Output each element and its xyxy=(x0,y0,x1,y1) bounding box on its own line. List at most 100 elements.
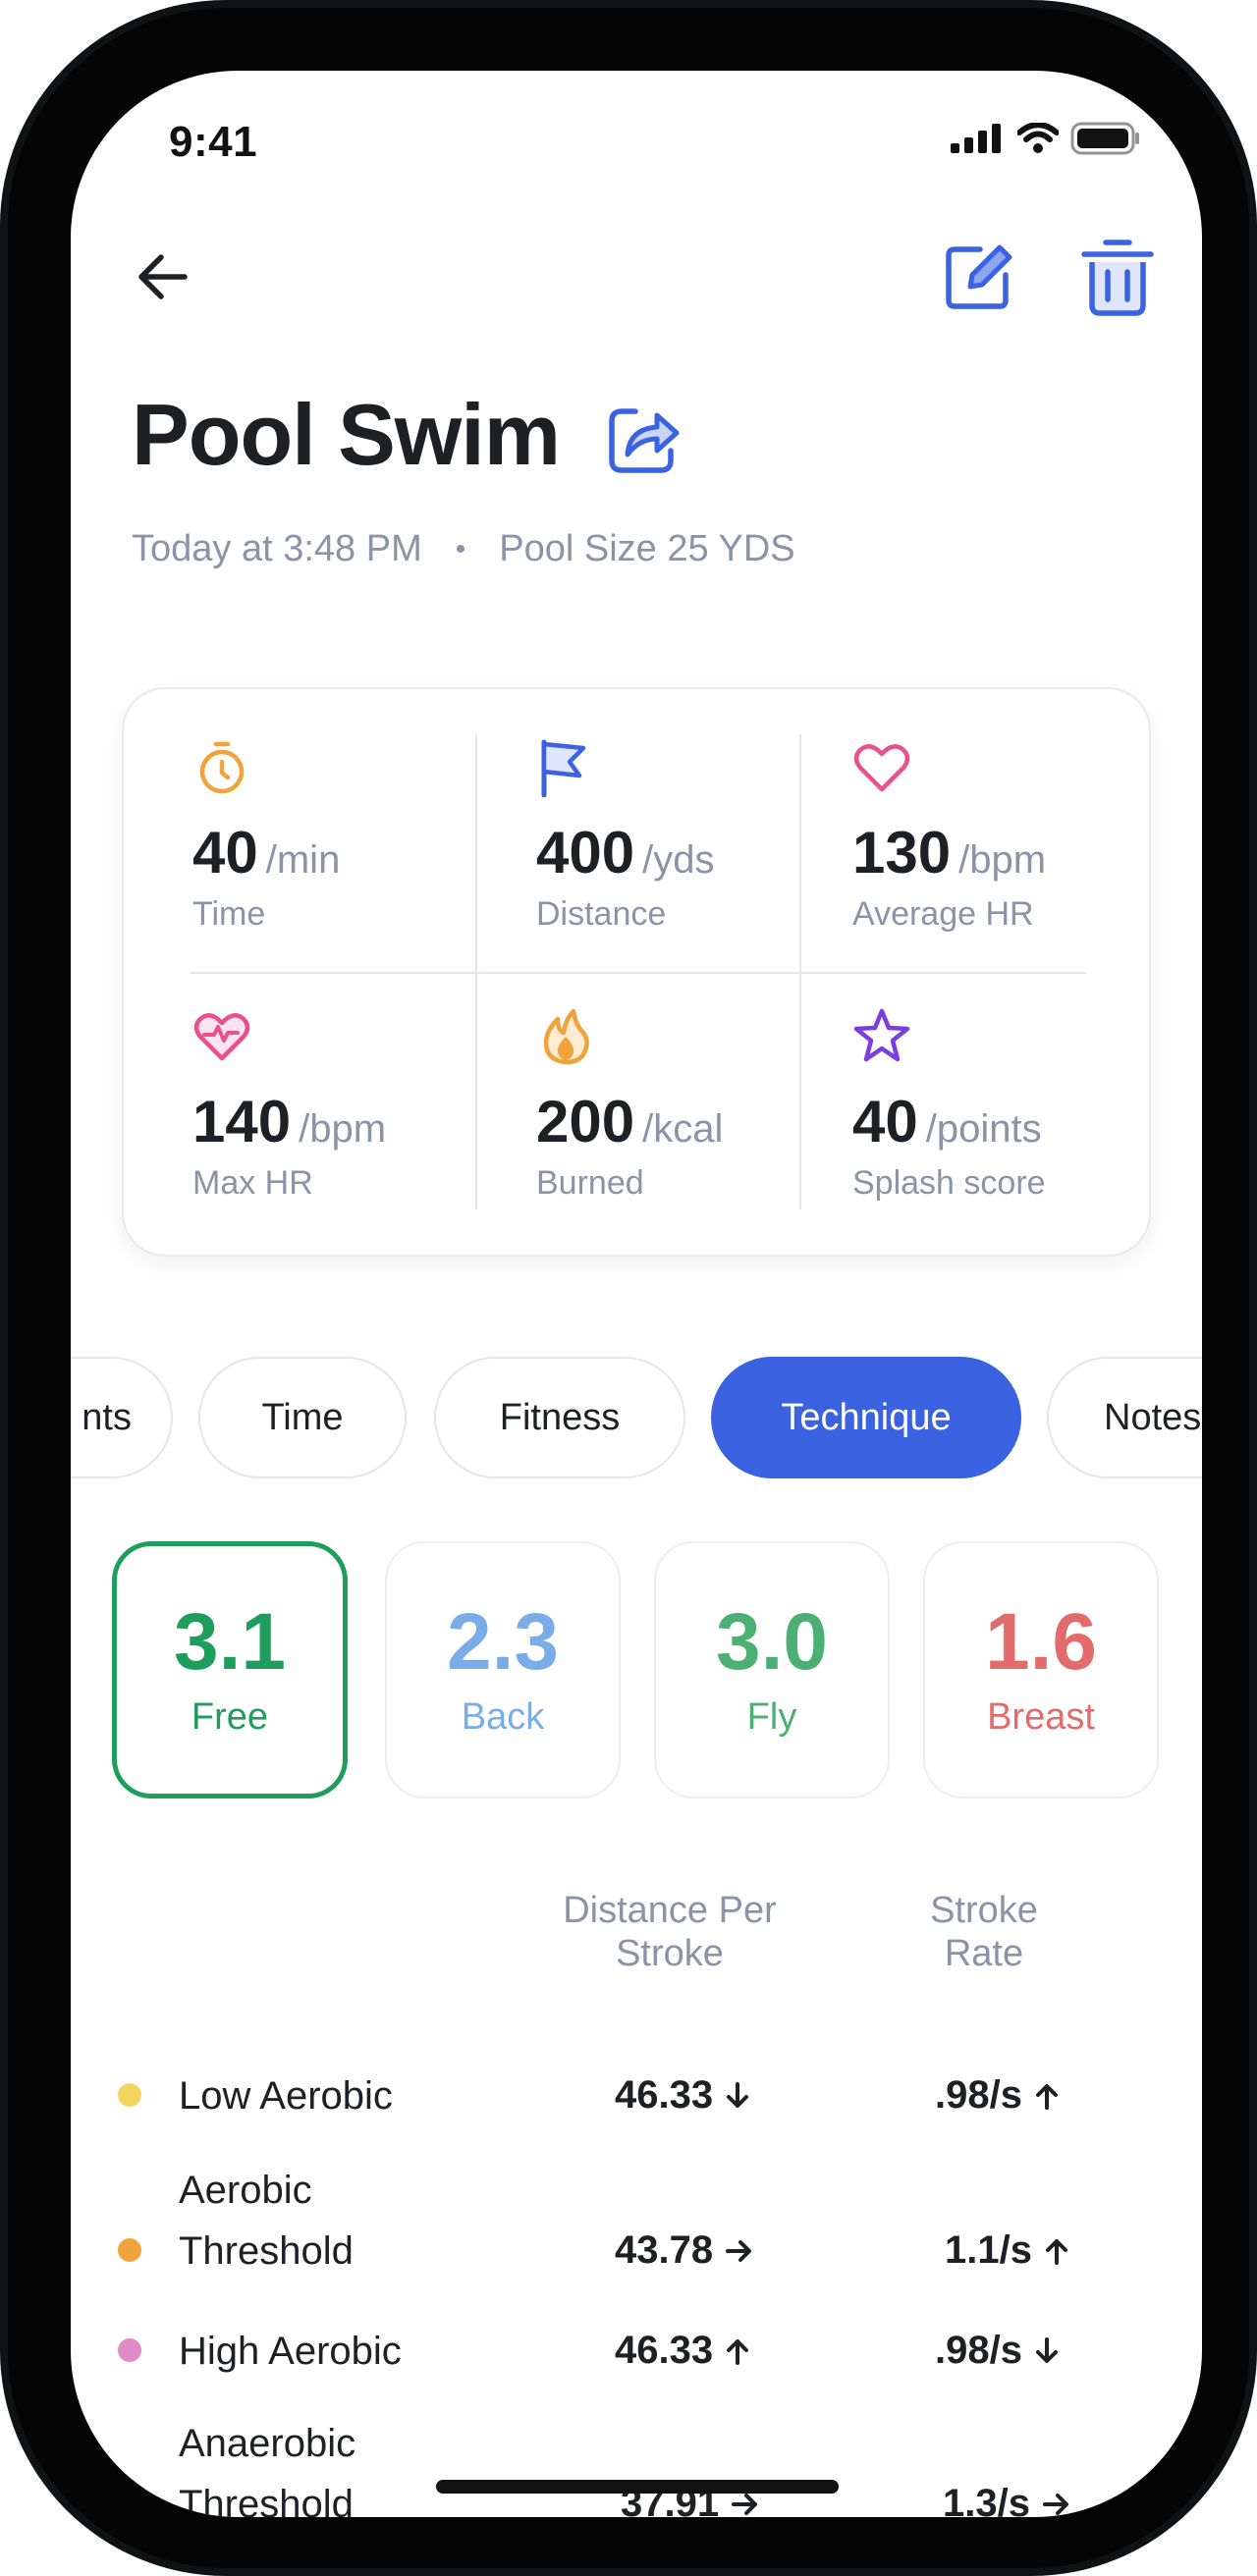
rate-value: .98/s xyxy=(935,2329,1022,2372)
stopwatch-icon xyxy=(199,741,245,794)
distance-per-stroke: 46.33 xyxy=(615,2329,750,2373)
zone-name: Anaerobic Threshold xyxy=(179,2422,356,2517)
zone-color-dot xyxy=(118,2238,141,2262)
stroke-label: Back xyxy=(461,1695,545,1738)
table-row: Aerobic Threshold 43.78 1.1/s xyxy=(71,2150,1202,2287)
tab-splits[interactable]: nts xyxy=(71,1357,173,1478)
status-time: 9:41 xyxy=(169,118,258,166)
home-indicator xyxy=(436,2480,839,2494)
wifi-icon xyxy=(1017,123,1059,153)
stat-max-hr: 140/bpm Max HR xyxy=(192,1007,487,1243)
phone-bezel: 9:41 Pool Swim Today at 3:48 PM • Pool S… xyxy=(8,8,1249,2568)
stat-label: Average HR xyxy=(852,895,1034,933)
stat-value: 400 xyxy=(536,820,635,886)
trash-icon xyxy=(1081,240,1154,316)
flag-icon xyxy=(541,739,586,797)
rate-value: 1.3/s xyxy=(943,2482,1030,2517)
column-header-stroke-rate: Stroke Rate xyxy=(930,1890,1038,1974)
stat-unit: /points xyxy=(925,1107,1042,1151)
zone-name: High Aerobic xyxy=(179,2330,402,2373)
tab-fitness[interactable]: Fitness xyxy=(434,1357,685,1478)
stat-unit: /yds xyxy=(642,838,715,882)
distance-per-stroke: 46.33 xyxy=(615,2073,750,2118)
distance-value: 43.78 xyxy=(615,2228,714,2272)
stat-label: Time xyxy=(192,895,266,933)
arrow-right-icon xyxy=(1042,2492,1071,2517)
table-row: Low Aerobic 46.33 .98/s xyxy=(71,2056,1202,2134)
distance-value: 46.33 xyxy=(615,2073,714,2117)
stat-unit: /bpm xyxy=(299,1107,387,1151)
stat-unit: /bpm xyxy=(958,838,1047,882)
tab-time[interactable]: Time xyxy=(198,1357,407,1478)
stroke-card-back[interactable]: 2.3 Back xyxy=(385,1541,621,1798)
stat-splash-score: 40/points Splash score xyxy=(852,1007,1147,1243)
zone-color-dot xyxy=(118,2492,141,2515)
edit-icon xyxy=(946,244,1012,309)
rate-value: 1.1/s xyxy=(945,2228,1032,2272)
heart-icon xyxy=(853,744,910,792)
arrow-down-icon xyxy=(725,2081,750,2111)
stroke-value: 3.0 xyxy=(716,1596,828,1687)
stroke-rate: 1.1/s xyxy=(945,2228,1069,2273)
stroke-card-breast[interactable]: 1.6 Breast xyxy=(923,1541,1159,1798)
stroke-card-fly[interactable]: 3.0 Fly xyxy=(654,1541,890,1798)
stat-value: 40 xyxy=(852,1089,918,1154)
stroke-rate: .98/s xyxy=(935,2073,1060,2118)
tab-label: Notes xyxy=(1104,1396,1202,1438)
distance-value: 46.33 xyxy=(615,2329,714,2372)
stroke-card-free[interactable]: 3.1 Free xyxy=(112,1541,348,1798)
stat-value: 140 xyxy=(192,1089,292,1154)
tab-technique[interactable]: Technique xyxy=(711,1357,1021,1478)
stats-card: 40/min Time 400/yds Distance 130/bpm Ave… xyxy=(122,687,1151,1257)
stat-unit: /kcal xyxy=(642,1107,724,1151)
status-icons xyxy=(951,122,1141,155)
arrow-up-icon xyxy=(1034,2081,1060,2111)
share-button[interactable] xyxy=(599,395,687,483)
page-title: Pool Swim xyxy=(132,386,561,483)
stroke-label: Breast xyxy=(987,1695,1095,1738)
arrow-left-icon xyxy=(138,254,188,299)
star-icon xyxy=(853,1008,910,1062)
heart-pulse-icon xyxy=(193,1013,250,1061)
stroke-rate: .98/s xyxy=(935,2329,1060,2373)
tab-notes[interactable]: Notes xyxy=(1047,1357,1202,1478)
stat-distance: 400/yds Distance xyxy=(536,738,831,974)
delete-button[interactable] xyxy=(1072,228,1163,326)
tab-bar: nts Time Fitness Technique Notes xyxy=(71,1357,1202,1478)
flame-icon xyxy=(543,1008,589,1065)
zone-color-dot xyxy=(118,2083,141,2107)
arrow-up-icon xyxy=(725,2336,750,2366)
distance-per-stroke: 43.78 xyxy=(615,2228,754,2273)
pool-size: Pool Size 25 YDS xyxy=(499,528,795,569)
stroke-label: Free xyxy=(191,1695,269,1738)
stat-average-hr: 130/bpm Average HR xyxy=(852,738,1147,974)
share-icon xyxy=(609,408,680,473)
tab-label: Time xyxy=(261,1396,344,1438)
table-row: Anaerobic Threshold 37.91 1.3/s xyxy=(71,2403,1202,2517)
stat-value: 200 xyxy=(536,1089,635,1154)
arrow-down-icon xyxy=(1034,2336,1060,2366)
zone-name: Aerobic Threshold xyxy=(179,2169,354,2273)
stat-label: Distance xyxy=(536,895,667,933)
back-button[interactable] xyxy=(124,238,202,316)
workout-time: Today at 3:48 PM xyxy=(132,528,422,569)
stat-label: Burned xyxy=(536,1164,644,1202)
zone-color-dot xyxy=(118,2338,141,2362)
workout-meta: Today at 3:48 PM • Pool Size 25 YDS xyxy=(132,528,795,570)
tab-label: Technique xyxy=(781,1396,952,1438)
stat-value: 40 xyxy=(192,820,258,886)
arrow-up-icon xyxy=(1044,2236,1069,2266)
edit-button[interactable] xyxy=(935,234,1021,320)
column-header-distance: Distance Per Stroke xyxy=(563,1890,777,1974)
cellular-signal-icon xyxy=(951,124,1001,153)
stat-label: Max HR xyxy=(192,1164,313,1202)
stroke-value: 1.6 xyxy=(985,1596,1097,1687)
stroke-value: 3.1 xyxy=(174,1596,286,1687)
stroke-rate: 1.3/s xyxy=(943,2482,1071,2517)
zone-name: Low Aerobic xyxy=(179,2074,393,2118)
battery-icon xyxy=(1070,122,1139,155)
stroke-value: 2.3 xyxy=(447,1596,559,1687)
tab-label: nts xyxy=(82,1396,132,1438)
tab-label: Fitness xyxy=(499,1396,621,1438)
stat-burned: 200/kcal Burned xyxy=(536,1007,831,1243)
